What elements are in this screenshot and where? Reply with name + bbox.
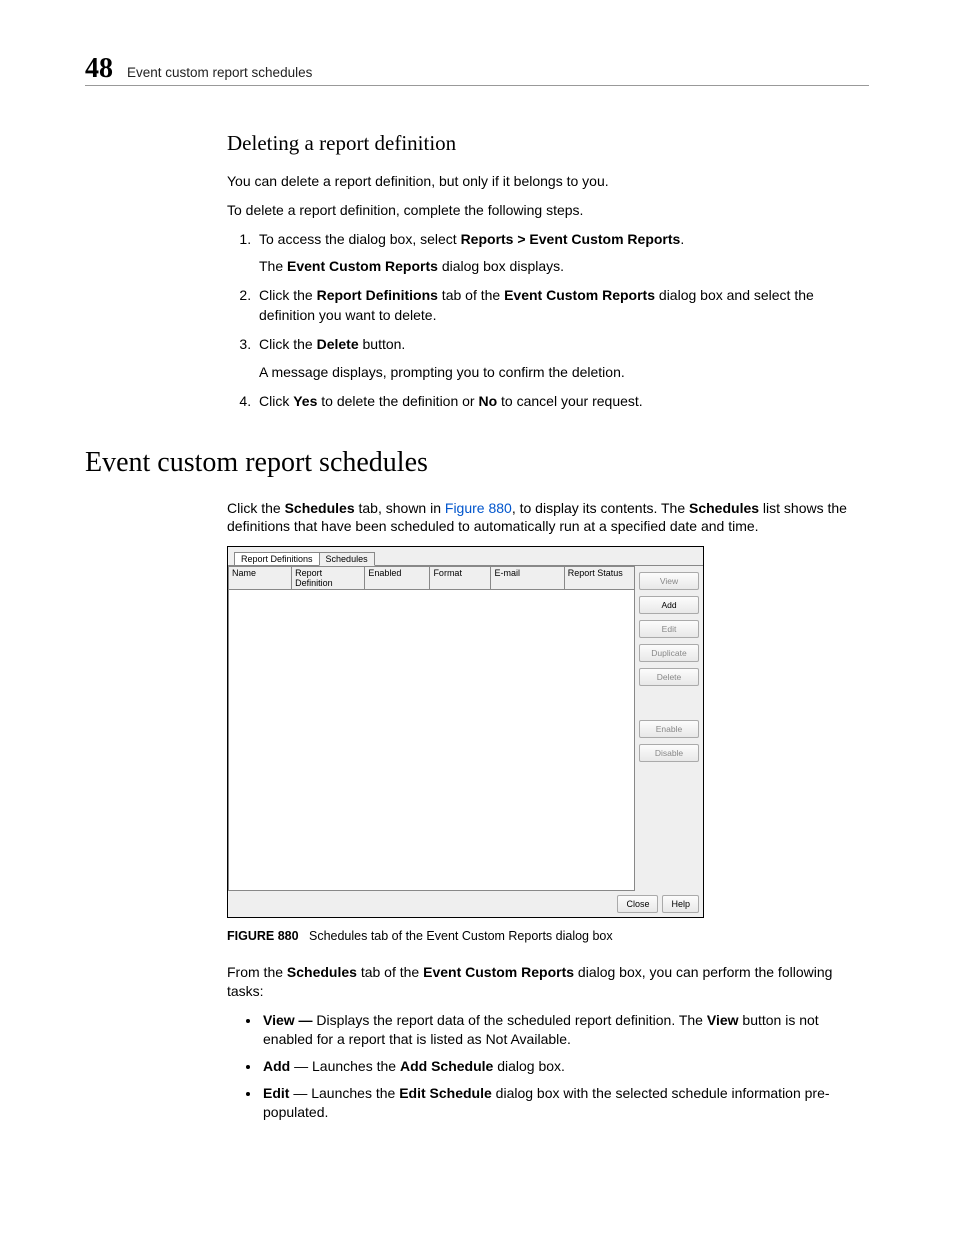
table-body-empty[interactable] xyxy=(228,590,635,891)
table-header-row: Name Report Definition Enabled Format E-… xyxy=(228,566,635,590)
dialog-body: Name Report Definition Enabled Format E-… xyxy=(228,565,703,891)
tasks-list: View — Displays the report data of the s… xyxy=(227,1011,869,1121)
section-schedules: Event custom report schedules xyxy=(85,447,869,479)
paragraph: To delete a report definition, complete … xyxy=(227,201,869,220)
schedules-table: Name Report Definition Enabled Format E-… xyxy=(228,566,635,891)
duplicate-button[interactable]: Duplicate xyxy=(639,644,699,662)
document-page: 48 Event custom report schedules Deletin… xyxy=(0,0,954,1209)
figure-link[interactable]: Figure 880 xyxy=(445,500,512,516)
paragraph: You can delete a report definition, but … xyxy=(227,172,869,191)
step-3: Click the Delete button. A message displ… xyxy=(255,335,869,381)
figure-label: FIGURE 880 xyxy=(227,929,299,943)
col-report-status[interactable]: Report Status xyxy=(564,566,635,590)
paragraph: Click the Schedules tab, shown in Figure… xyxy=(227,499,869,537)
col-report-definition[interactable]: Report Definition xyxy=(291,566,364,590)
bullet-edit: Edit — Launches the Edit Schedule dialog… xyxy=(261,1084,869,1122)
disable-button[interactable]: Disable xyxy=(639,744,699,762)
heading-deleting: Deleting a report definition xyxy=(227,131,869,156)
steps-list: To access the dialog box, select Reports… xyxy=(227,230,869,412)
button-gap xyxy=(639,692,699,720)
dialog-bottom-buttons: Close Help xyxy=(228,891,703,917)
col-enabled[interactable]: Enabled xyxy=(364,566,429,590)
figure-caption: FIGURE 880 Schedules tab of the Event Cu… xyxy=(227,928,869,945)
col-name[interactable]: Name xyxy=(228,566,291,590)
header-title: Event custom report schedules xyxy=(127,65,312,80)
bullet-add: Add — Launches the Add Schedule dialog b… xyxy=(261,1057,869,1076)
page-header: 48 Event custom report schedules xyxy=(85,55,869,86)
enable-button[interactable]: Enable xyxy=(639,720,699,738)
dialog-side-buttons: View Add Edit Duplicate Delete Enable Di… xyxy=(635,566,703,891)
add-button[interactable]: Add xyxy=(639,596,699,614)
step-4: Click Yes to delete the definition or No… xyxy=(255,392,869,412)
tab-report-definitions[interactable]: Report Definitions xyxy=(234,552,320,566)
step-sub: A message displays, prompting you to con… xyxy=(259,363,869,382)
figure-880: Report Definitions Schedules Name Report… xyxy=(227,546,869,918)
dialog-tabs: Report Definitions Schedules xyxy=(228,547,703,565)
section-schedules-body: Click the Schedules tab, shown in Figure… xyxy=(227,499,869,1122)
edit-button[interactable]: Edit xyxy=(639,620,699,638)
delete-button[interactable]: Delete xyxy=(639,668,699,686)
col-email[interactable]: E-mail xyxy=(490,566,563,590)
step-1: To access the dialog box, select Reports… xyxy=(255,230,869,276)
tab-schedules[interactable]: Schedules xyxy=(319,552,375,566)
event-custom-reports-dialog: Report Definitions Schedules Name Report… xyxy=(227,546,704,918)
col-format[interactable]: Format xyxy=(429,566,490,590)
help-button[interactable]: Help xyxy=(662,895,699,913)
view-button[interactable]: View xyxy=(639,572,699,590)
paragraph: From the Schedules tab of the Event Cust… xyxy=(227,963,869,1001)
section-deleting: Deleting a report definition You can del… xyxy=(227,131,869,412)
step-2: Click the Report Definitions tab of the … xyxy=(255,286,869,325)
heading-schedules: Event custom report schedules xyxy=(85,447,869,479)
step-sub: The Event Custom Reports dialog box disp… xyxy=(259,257,869,276)
close-button[interactable]: Close xyxy=(617,895,658,913)
chapter-number: 48 xyxy=(85,55,113,83)
bullet-view: View — Displays the report data of the s… xyxy=(261,1011,869,1049)
